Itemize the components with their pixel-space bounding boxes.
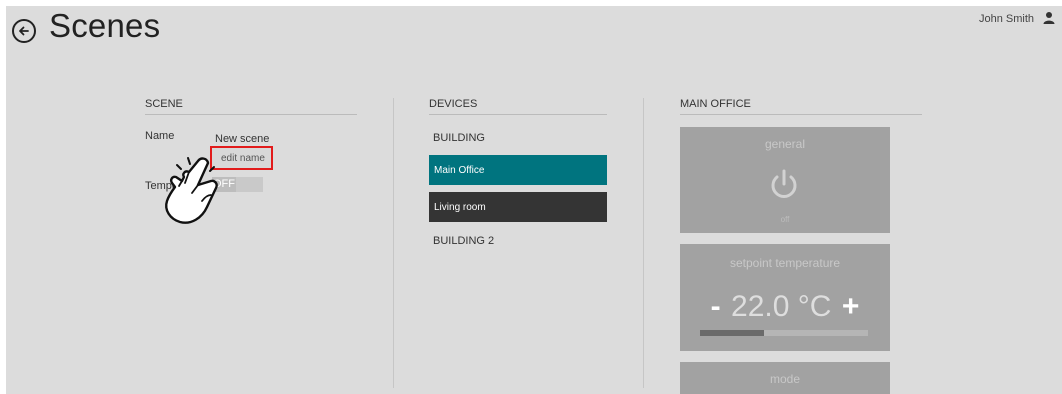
- setpoint-tile: setpoint temperature - 22.0 °C +: [680, 244, 890, 351]
- device-item-building-2[interactable]: BUILDING 2: [433, 235, 494, 247]
- user-icon[interactable]: [1042, 11, 1056, 25]
- decrease-temp-button[interactable]: -: [711, 290, 721, 324]
- temperature-slider-fill: [700, 330, 764, 336]
- general-state: off: [780, 215, 790, 224]
- temperature-slider[interactable]: [700, 330, 868, 336]
- devices-header: DEVICES: [429, 98, 607, 115]
- general-tile[interactable]: general off: [680, 127, 890, 233]
- column-divider: [393, 98, 394, 388]
- page-title: Scenes: [49, 7, 161, 44]
- device-item-living-room[interactable]: Living room: [429, 192, 607, 222]
- back-arrow-circle-icon: [19, 26, 29, 36]
- device-item-main-office[interactable]: Main Office: [429, 155, 607, 185]
- scene-header: SCENE: [145, 98, 357, 115]
- increase-temp-button[interactable]: +: [842, 290, 860, 324]
- pointing-hand-icon: [165, 157, 218, 224]
- temperature-control: - 22.0 °C +: [680, 290, 890, 324]
- device-item-building[interactable]: BUILDING: [433, 132, 485, 144]
- general-title: general: [764, 137, 806, 151]
- column-divider: [643, 98, 644, 388]
- scene-name-value: New scene: [215, 133, 270, 145]
- power-icon[interactable]: [767, 167, 801, 201]
- user-name[interactable]: John Smith: [979, 13, 1034, 25]
- mode-tile[interactable]: mode: [680, 362, 890, 394]
- back-button[interactable]: [12, 19, 36, 43]
- temperature-value: 22.0 °C: [731, 290, 832, 323]
- mode-title: mode: [769, 372, 801, 386]
- setpoint-title: setpoint temperature: [729, 256, 841, 270]
- name-label: Name: [145, 130, 175, 142]
- main-office-header: MAIN OFFICE: [680, 98, 922, 115]
